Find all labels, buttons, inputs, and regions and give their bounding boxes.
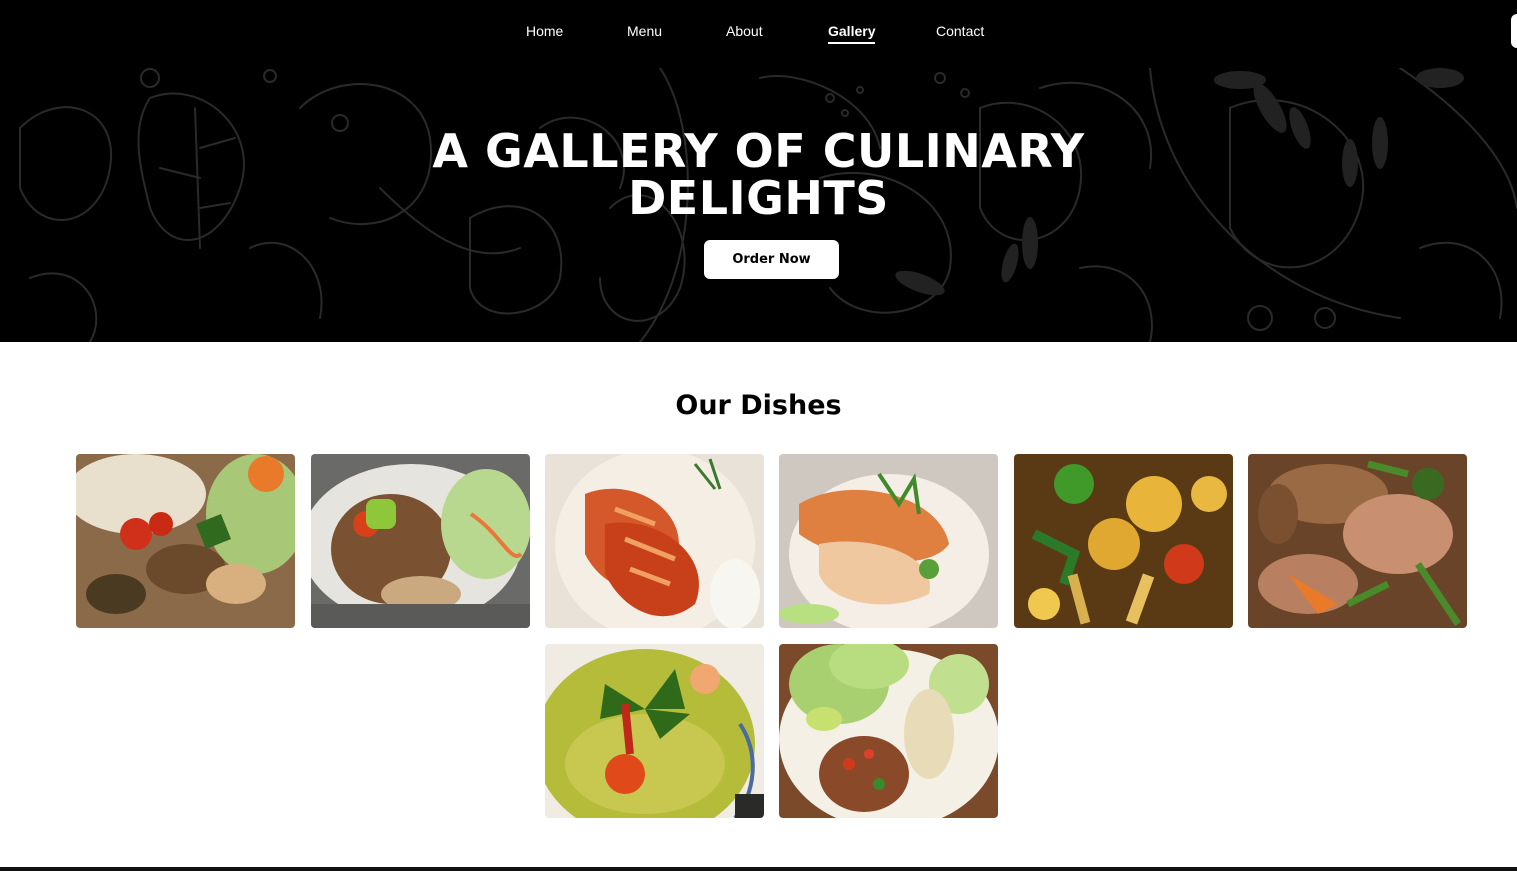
- nav-links: Home Menu About Gallery Contact: [0, 0, 1517, 68]
- hero-banner: A GALLERY OF CULINARY DELIGHTS Order Now: [0, 68, 1517, 342]
- nav-about[interactable]: About: [726, 23, 763, 39]
- dish-image: [1014, 454, 1233, 628]
- dish-image: [779, 454, 998, 628]
- dish-photo-4[interactable]: [779, 454, 998, 628]
- nav-home[interactable]: Home: [526, 23, 563, 39]
- dish-image: [76, 454, 295, 628]
- hero-title: A GALLERY OF CULINARY DELIGHTS: [0, 128, 1517, 222]
- side-widget-tab[interactable]: [1511, 14, 1517, 48]
- dish-image: [311, 454, 530, 628]
- dish-photo-8[interactable]: [779, 644, 998, 818]
- order-now-button[interactable]: Order Now: [704, 240, 839, 279]
- dish-photo-6[interactable]: [1248, 454, 1467, 628]
- dish-photo-3[interactable]: [545, 454, 764, 628]
- nav-contact[interactable]: Contact: [936, 23, 984, 39]
- nav-gallery[interactable]: Gallery: [828, 23, 876, 44]
- dish-image: [1248, 454, 1467, 628]
- dish-photo-7[interactable]: [545, 644, 764, 818]
- dish-photo-1[interactable]: [76, 454, 295, 628]
- hero-title-line-1: A GALLERY OF CULINARY: [432, 124, 1085, 178]
- dish-photo-2[interactable]: [311, 454, 530, 628]
- dish-image: [545, 644, 764, 818]
- dish-image: [545, 454, 764, 628]
- section-title: Our Dishes: [675, 390, 842, 421]
- dish-photo-5[interactable]: [1014, 454, 1233, 628]
- top-navigation: Home Menu About Gallery Contact: [0, 0, 1517, 68]
- hero-title-line-2: DELIGHTS: [628, 171, 889, 225]
- nav-menu[interactable]: Menu: [627, 23, 662, 39]
- footer-divider: [0, 867, 1517, 871]
- dish-image: [779, 644, 998, 818]
